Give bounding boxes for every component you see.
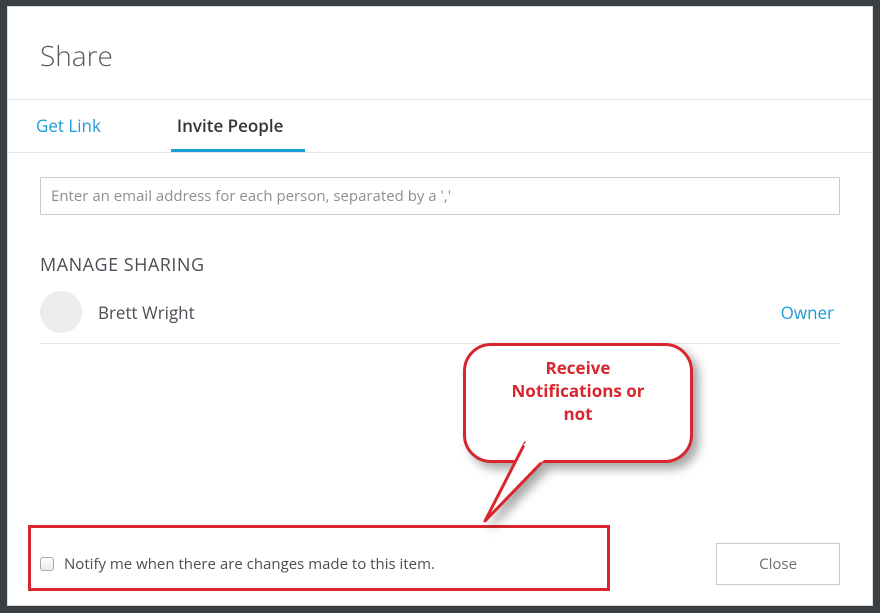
- notify-label: Notify me when there are changes made to…: [64, 554, 435, 574]
- member-row: Brett Wright Owner: [40, 283, 840, 344]
- tab-bar: Get Link Invite People: [8, 99, 872, 153]
- modal-content: MANAGE SHARING Brett Wright Owner: [8, 153, 872, 344]
- share-modal: Share Get Link Invite People MANAGE SHAR…: [7, 6, 873, 606]
- modal-footer: Notify me when there are changes made to…: [40, 543, 840, 585]
- notify-checkbox[interactable]: [40, 557, 54, 571]
- annotation-callout-text: Receive Notifications or not: [463, 357, 693, 426]
- close-button[interactable]: Close: [716, 543, 840, 585]
- annotation-callout: Receive Notifications or not: [463, 343, 715, 523]
- avatar: [40, 291, 82, 333]
- modal-header: Share: [8, 7, 872, 99]
- notify-wrap: Notify me when there are changes made to…: [40, 554, 435, 574]
- tab-invite-people[interactable]: Invite People: [171, 100, 305, 152]
- tab-get-link[interactable]: Get Link: [30, 100, 123, 152]
- modal-title: Share: [40, 37, 840, 75]
- member-role[interactable]: Owner: [781, 301, 840, 324]
- email-address-input[interactable]: [40, 177, 840, 215]
- manage-sharing-heading: MANAGE SHARING: [40, 253, 840, 277]
- callout-tail-icon: [481, 439, 549, 525]
- member-name: Brett Wright: [98, 301, 781, 324]
